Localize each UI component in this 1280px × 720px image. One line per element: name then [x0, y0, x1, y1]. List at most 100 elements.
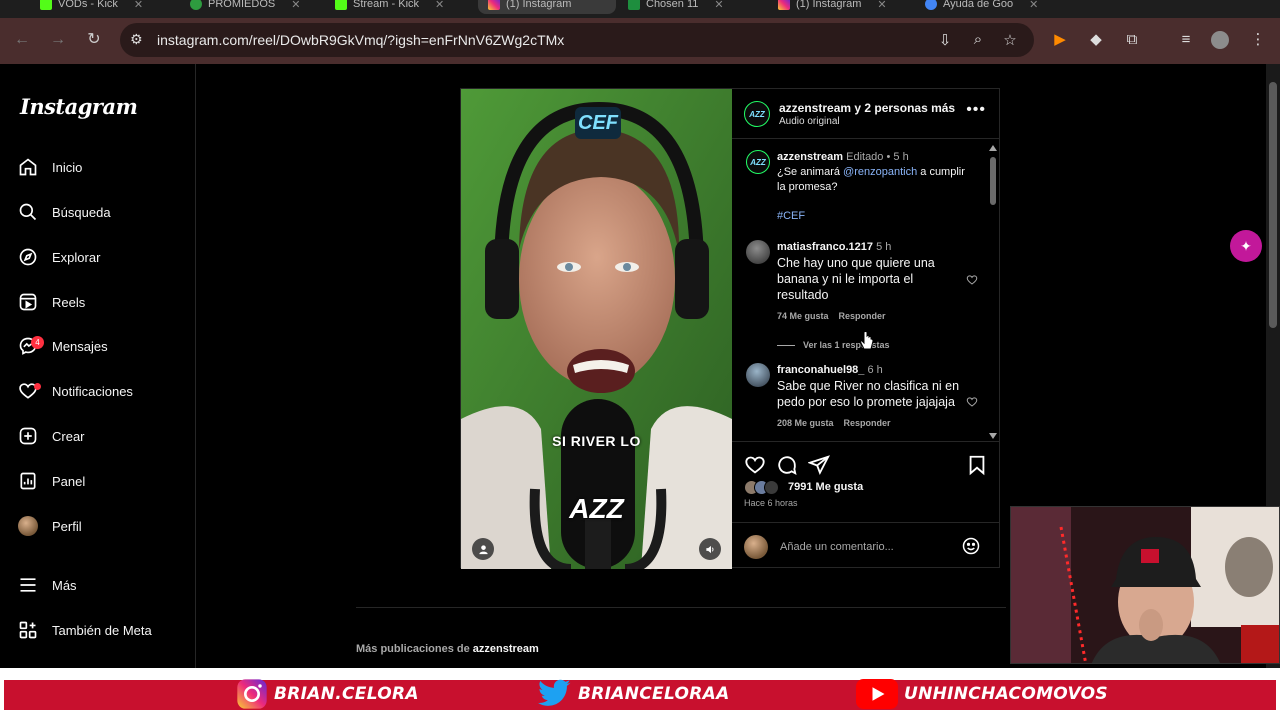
scroll-thumb[interactable] [990, 157, 996, 205]
page-scroll-thumb[interactable] [1269, 82, 1277, 328]
sidebar-item-mensajes[interactable]: 4 Mensajes [18, 331, 108, 361]
forward-icon[interactable]: → [48, 30, 68, 50]
sidebar-item-explorar[interactable]: Explorar [18, 242, 100, 272]
reel-video[interactable]: CEF SI RIVER LO AZZ [461, 89, 732, 569]
mention-link[interactable]: @renzopantich [843, 166, 917, 178]
instagram-icon [488, 0, 500, 10]
share-send-icon[interactable] [808, 454, 830, 476]
sidebar-item-crear[interactable]: Crear [18, 421, 85, 451]
dashboard-icon [20, 472, 36, 490]
comment-username[interactable]: franconahuel98_ [777, 364, 864, 376]
likes-count[interactable]: 7991 Me gusta [788, 481, 863, 493]
close-icon[interactable]: ✕ [714, 0, 723, 11]
zoom-icon[interactable]: ⌕ [968, 31, 988, 48]
extension-icon[interactable]: ◆ [1086, 30, 1106, 50]
volume-icon [705, 545, 713, 553]
save-bookmark-icon[interactable] [966, 454, 988, 476]
mute-button[interactable] [699, 538, 721, 560]
instagram-icon [237, 679, 267, 709]
streamer-webcam [1010, 506, 1280, 664]
emoji-icon[interactable] [961, 536, 981, 556]
address-bar[interactable]: ⚙ instagram.com/reel/DOwbR9GkVmq/?igsh=e… [120, 23, 1034, 57]
browser-menu-icon[interactable]: ⋮ [1248, 30, 1268, 50]
comment-time: 5 h [876, 241, 892, 253]
comment-bubble-icon[interactable] [776, 454, 798, 476]
comments-scrollbar[interactable] [988, 145, 998, 441]
more-posts-username[interactable]: azzenstream [473, 643, 539, 655]
caption-time: 5 h [893, 151, 909, 163]
site-settings-icon[interactable]: ⚙ [130, 31, 143, 48]
home-icon [19, 158, 37, 176]
scroll-down-arrow-icon[interactable] [989, 433, 997, 439]
close-icon[interactable]: ✕ [291, 0, 300, 11]
sidebar-item-busqueda[interactable]: Búsqueda [18, 197, 111, 227]
extension-play-icon[interactable]: ▶ [1050, 30, 1070, 50]
commenter-avatar[interactable] [746, 240, 770, 264]
browser-tab[interactable]: Chosen 11 ✕ [628, 0, 766, 14]
sidebar-item-tambien-de-meta[interactable]: También de Meta [18, 615, 152, 645]
comment-like-heart-icon[interactable] [966, 274, 978, 286]
author-avatar[interactable]: AZZ [744, 101, 770, 127]
meta-apps-icon [19, 621, 37, 639]
sheets-icon [628, 0, 640, 10]
comment-likes[interactable]: 74 Me gusta [777, 311, 829, 321]
scroll-up-arrow-icon[interactable] [989, 145, 997, 151]
reel-author-title[interactable]: azzenstream y 2 personas más [779, 101, 955, 115]
comment-input[interactable]: Añade un comentario... [780, 541, 894, 553]
tagged-users-button[interactable] [472, 538, 494, 560]
hashtag-link[interactable]: #CEF [777, 210, 805, 222]
install-app-icon[interactable]: ⇩ [935, 31, 955, 49]
audio-label[interactable]: Audio original [779, 116, 840, 127]
likers-avatars[interactable] [744, 480, 786, 496]
browser-tab-active[interactable]: (1) Instagram [478, 0, 616, 14]
sidebar-item-inicio[interactable]: Inicio [18, 152, 82, 182]
comment-text: Sabe que River no clasifica ni en pedo p… [777, 379, 960, 409]
close-icon[interactable]: ✕ [435, 0, 444, 11]
profile-avatar-icon[interactable] [1210, 30, 1230, 50]
reply-button[interactable]: Responder [844, 418, 891, 428]
sidebar-item-perfil[interactable]: Perfil [18, 511, 82, 541]
browser-tab[interactable]: Ayuda de Goo ✕ [925, 0, 1055, 14]
comment-username[interactable]: matiasfranco.1217 [777, 241, 873, 253]
reel-viewer: CEF SI RIVER LO AZZ AZZ azzenstream y 2 … [460, 88, 1000, 569]
caption-author-avatar[interactable]: AZZ [746, 150, 770, 174]
bookmark-star-icon[interactable]: ☆ [1000, 31, 1020, 49]
commenter-avatar[interactable] [746, 363, 770, 387]
sidebar-item-reels[interactable]: Reels [18, 287, 85, 317]
more-options-icon[interactable]: ••• [966, 101, 986, 119]
caption-username[interactable]: azzenstream [777, 151, 843, 163]
social-overlay: BRIAN.CELORA BRIANCELORAA UNHINCHACOMOVO… [0, 668, 1280, 720]
url-text[interactable]: instagram.com/reel/DOwbR9GkVmq/?igsh=enF… [157, 32, 564, 48]
person-icon [478, 544, 488, 554]
browser-tab[interactable]: VODs - Kick ✕ [40, 0, 170, 14]
separator-dot: • [886, 151, 891, 163]
reload-icon[interactable]: ↻ [84, 30, 104, 50]
browser-tab[interactable]: PROMIEDOS ✕ [190, 0, 320, 14]
youtube-handle: UNHINCHACOMOVOS [856, 676, 1108, 712]
sidebar-item-mas[interactable]: Más [18, 570, 77, 600]
browser-tab-strip: VODs - Kick ✕ PROMIEDOS ✕ Stream - Kick ✕ (… [0, 0, 1280, 18]
sidebar-item-panel[interactable]: Panel [18, 466, 85, 496]
twitter-handle: BRIANCELORAA [536, 676, 730, 712]
edited-label: Editado [846, 151, 884, 163]
promiedos-icon [190, 0, 202, 10]
browser-tab[interactable]: (1) Instagram ✕ [778, 0, 916, 14]
close-icon[interactable]: ✕ [134, 0, 143, 11]
comment-like-heart-icon[interactable] [966, 396, 978, 408]
media-controls-icon[interactable]: ≡ [1176, 30, 1196, 50]
close-icon[interactable]: ✕ [877, 0, 886, 11]
back-icon[interactable]: ← [12, 30, 32, 50]
sparkle-icon: ✦ [1240, 237, 1252, 254]
like-heart-icon[interactable] [744, 454, 766, 476]
comment-likes[interactable]: 208 Me gusta [777, 418, 834, 428]
unread-badge: 4 [31, 336, 44, 349]
browser-tab[interactable]: Stream - Kick ✕ [335, 0, 465, 14]
extensions-puzzle-icon[interactable]: ⧉ [1122, 30, 1142, 50]
reels-icon [19, 293, 37, 311]
reply-button[interactable]: Responder [839, 311, 886, 321]
close-icon[interactable]: ✕ [1029, 0, 1038, 11]
floating-extension-button[interactable]: ✦ [1230, 230, 1262, 262]
search-icon [19, 203, 37, 221]
sidebar-item-notificaciones[interactable]: Notificaciones [18, 376, 133, 406]
instagram-logo[interactable]: Instagram [20, 94, 138, 119]
